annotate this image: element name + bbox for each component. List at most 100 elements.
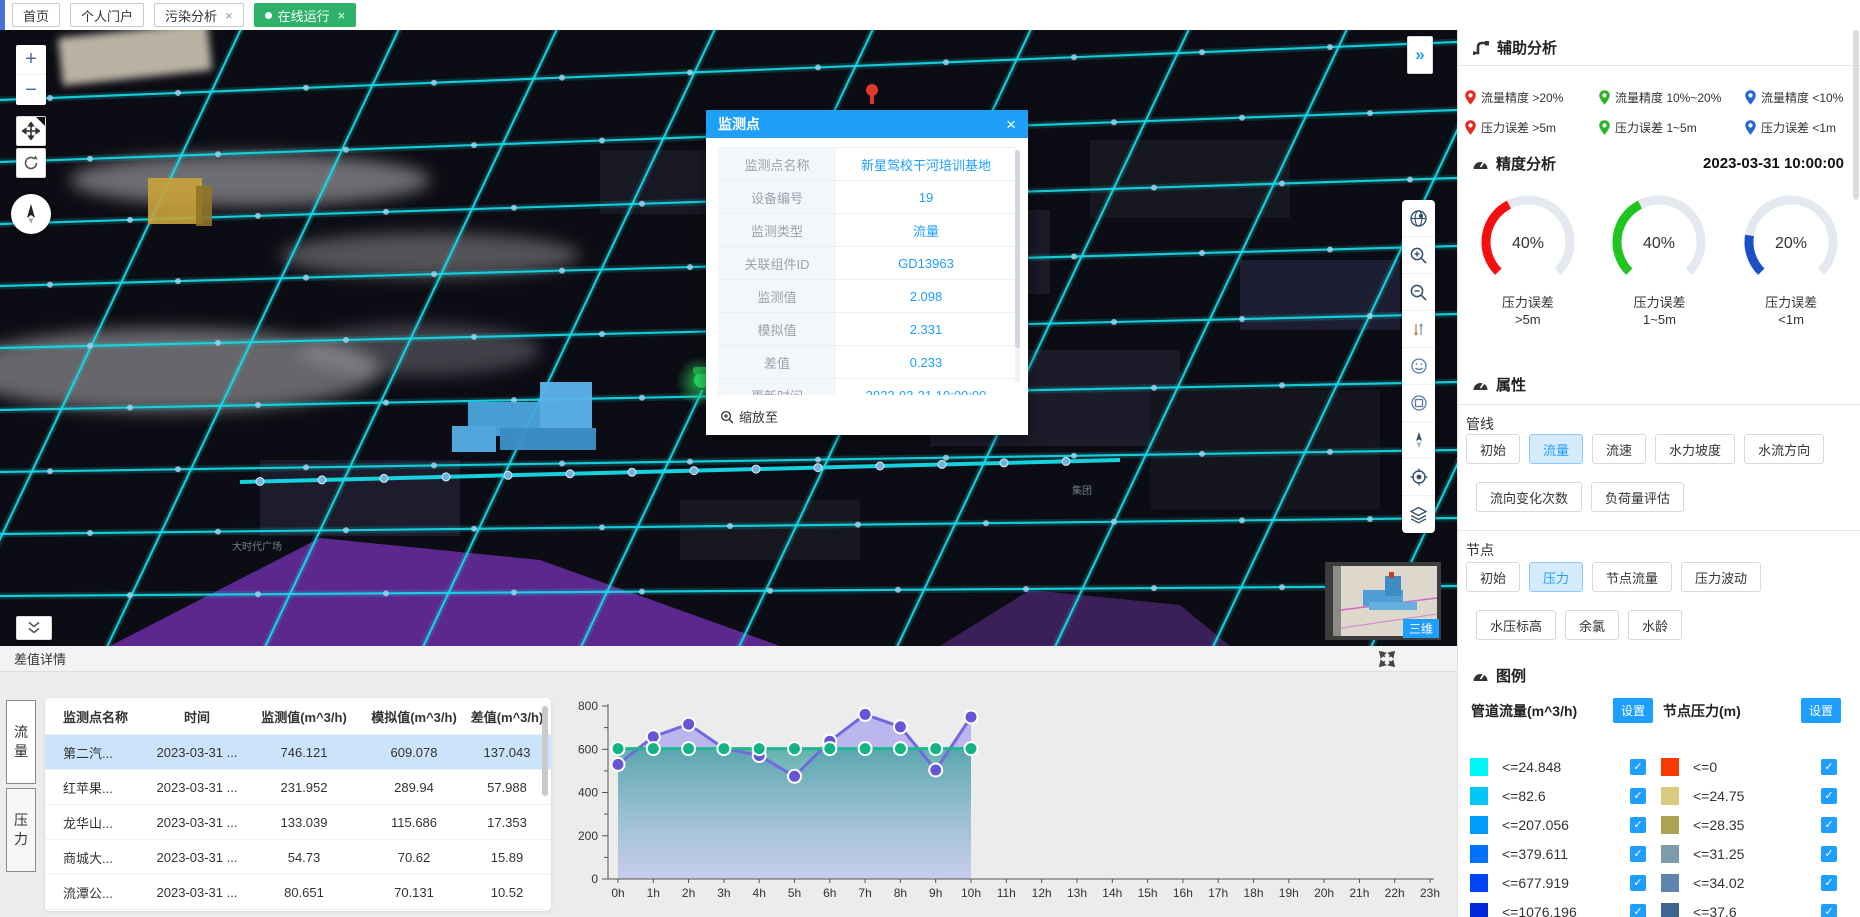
popup-row-value[interactable]: 新星驾校干河培训基地 <box>836 148 1016 180</box>
zoom-out-icon[interactable] <box>1402 274 1435 311</box>
diff-table-cell: 15.89 <box>469 850 545 865</box>
measure-tab-压力[interactable]: 压力 <box>6 788 36 872</box>
gauge-label: 压力误差<1m <box>1765 294 1817 328</box>
measure-tab-流量[interactable]: 流量 <box>6 700 36 784</box>
collapse-bottom-panel-button[interactable] <box>16 616 52 640</box>
legend-checkbox[interactable]: ✓ <box>1821 875 1837 891</box>
legend-color-swatch <box>1470 874 1488 892</box>
pin-label: 流量精度 <10% <box>1761 89 1843 106</box>
tab-close-icon[interactable]: × <box>338 8 346 23</box>
compass-needle-icon[interactable] <box>1402 422 1435 459</box>
gauge->5m: 40%压力误差>5m <box>1468 188 1588 328</box>
tab-在线运行[interactable]: 在线运行× <box>254 3 357 27</box>
legend-checkbox[interactable]: ✓ <box>1821 788 1837 804</box>
svg-text:14h: 14h <box>1102 886 1122 900</box>
node-pressure-settings-button[interactable]: 设置 <box>1801 698 1841 723</box>
legend-checkbox[interactable]: ✓ <box>1630 817 1646 833</box>
diff-table-cell: 137.043 <box>469 745 545 760</box>
right-sidebar: 辅助分析 流量精度 >20%流量精度 10%~20%流量精度 <10%压力误差 … <box>1457 30 1860 917</box>
gauge-1~5m: 40%压力误差1~5m <box>1599 188 1719 328</box>
popup-row-label: 监测类型 <box>718 214 836 246</box>
tab-首页[interactable]: 首页 <box>12 3 60 27</box>
prop-button-余氯[interactable]: 余氯 <box>1565 610 1619 640</box>
accuracy-pin-legend: 流量精度 >20%流量精度 10%~20%流量精度 <10%压力误差 >5m压力… <box>1464 86 1843 138</box>
legend-item: <=379.611✓ <box>1470 839 1646 868</box>
elevation-swap-icon[interactable] <box>1402 311 1435 348</box>
popup-row: 监测点名称新星驾校干河培训基地 <box>718 148 1016 181</box>
prop-button-水力坡度[interactable]: 水力坡度 <box>1655 434 1735 464</box>
prop-button-流速[interactable]: 流速 <box>1592 434 1646 464</box>
collapse-sidebar-button[interactable]: » <box>1407 36 1433 74</box>
pan-button[interactable] <box>16 116 46 146</box>
legend-checkbox[interactable]: ✓ <box>1630 846 1646 862</box>
prop-button-初始[interactable]: 初始 <box>1466 434 1520 464</box>
prop-button-压力[interactable]: 压力 <box>1529 562 1583 592</box>
table-row[interactable]: 商城大...2023-03-31 ...54.7370.6215.89 <box>45 840 551 875</box>
legend-checkbox[interactable]: ✓ <box>1630 759 1646 775</box>
svg-text:18h: 18h <box>1243 886 1263 900</box>
diff-table-scrollbar[interactable] <box>542 706 548 796</box>
diff-table-cell: 10.52 <box>469 885 545 900</box>
prop-button-压力波动[interactable]: 压力波动 <box>1681 562 1761 592</box>
prop-button-负荷量评估[interactable]: 负荷量评估 <box>1591 482 1684 512</box>
legend-checkbox[interactable]: ✓ <box>1821 817 1837 833</box>
svg-text:12h: 12h <box>1032 886 1052 900</box>
zoom-in-icon[interactable] <box>1402 237 1435 274</box>
svg-text:16h: 16h <box>1173 886 1193 900</box>
legend-checkbox[interactable]: ✓ <box>1821 759 1837 775</box>
node-pressure-legend-title: 节点压力(m) <box>1663 701 1741 721</box>
rotate-button[interactable] <box>16 148 46 178</box>
layers-icon[interactable] <box>1402 496 1435 533</box>
tab-个人门户[interactable]: 个人门户 <box>70 3 144 27</box>
legend-checkbox[interactable]: ✓ <box>1630 904 1646 917</box>
expand-panel-button[interactable] <box>1378 650 1396 668</box>
locate-icon[interactable] <box>1402 459 1435 496</box>
table-row[interactable]: 流潭公...2023-03-31 ...80.65170.13110.52 <box>45 875 551 910</box>
prop-button-水压标高[interactable]: 水压标高 <box>1476 610 1556 640</box>
legend-checkbox[interactable]: ✓ <box>1821 904 1837 917</box>
tab-label: 首页 <box>23 6 49 25</box>
table-row[interactable]: 第二汽...2023-03-31 ...746.121609.078137.04… <box>45 735 551 770</box>
svg-text:2h: 2h <box>682 886 695 900</box>
prop-button-节点流量[interactable]: 节点流量 <box>1592 562 1672 592</box>
minimap[interactable]: 三维 <box>1325 562 1441 640</box>
popup-row-label: 监测值 <box>718 280 836 312</box>
table-row[interactable]: 红苹果...2023-03-31 ...231.952289.9457.988 <box>45 770 551 805</box>
node-pressure-legend-items: <=0✓<=24.75✓<=28.35✓<=31.25✓<=34.02✓<=37… <box>1661 752 1837 917</box>
svg-text:400: 400 <box>578 786 598 800</box>
scene-target-icon[interactable] <box>1402 385 1435 422</box>
globe-icon[interactable] <box>1402 200 1435 237</box>
properties-title: 属性 <box>1496 374 1526 395</box>
prop-button-流向变化次数[interactable]: 流向变化次数 <box>1476 482 1582 512</box>
svg-text:23h: 23h <box>1420 886 1440 900</box>
prop-button-流量[interactable]: 流量 <box>1529 434 1583 464</box>
table-row[interactable]: 龙华山...2023-03-31 ...133.039115.68617.353 <box>45 805 551 840</box>
pipe-buttons-row1: 初始流量流速水力坡度水流方向 <box>1466 434 1833 464</box>
zoom-in-button[interactable]: + <box>16 45 46 75</box>
minimap-3d-badge[interactable]: 三维 <box>1403 619 1439 638</box>
sidebar-scrollbar[interactable] <box>1853 30 1859 917</box>
prop-button-水流方向[interactable]: 水流方向 <box>1744 434 1824 464</box>
svg-text:9h: 9h <box>929 886 942 900</box>
zoom-out-button[interactable]: − <box>16 75 46 105</box>
zoom-to-button[interactable]: 缩放至 <box>706 401 1028 435</box>
angle-measure-icon[interactable] <box>1402 348 1435 385</box>
legend-color-swatch <box>1661 874 1679 892</box>
popup-close-icon[interactable]: × <box>1006 116 1016 133</box>
legend-checkbox[interactable]: ✓ <box>1821 846 1837 862</box>
prop-button-水龄[interactable]: 水龄 <box>1628 610 1682 640</box>
magnifier-plus-icon <box>720 410 734 424</box>
active-tab-dot-icon <box>265 12 272 19</box>
tab-污染分析[interactable]: 污染分析× <box>154 3 244 27</box>
compass-control[interactable] <box>11 194 51 234</box>
aux-analysis-header: 辅助分析 <box>1458 30 1860 66</box>
popup-row-label: 关联组件ID <box>718 247 836 279</box>
legend-checkbox[interactable]: ✓ <box>1630 788 1646 804</box>
prop-button-初始[interactable]: 初始 <box>1466 562 1520 592</box>
tab-close-icon[interactable]: × <box>225 8 233 23</box>
pipe-flow-settings-button[interactable]: 设置 <box>1613 698 1653 723</box>
popup-scrollbar[interactable] <box>1015 150 1020 382</box>
legend-checkbox[interactable]: ✓ <box>1630 875 1646 891</box>
map-3d-viewport[interactable]: 大时代广场 汉区 集团 + − <box>0 30 1457 646</box>
legend-item: <=28.35✓ <box>1661 810 1837 839</box>
